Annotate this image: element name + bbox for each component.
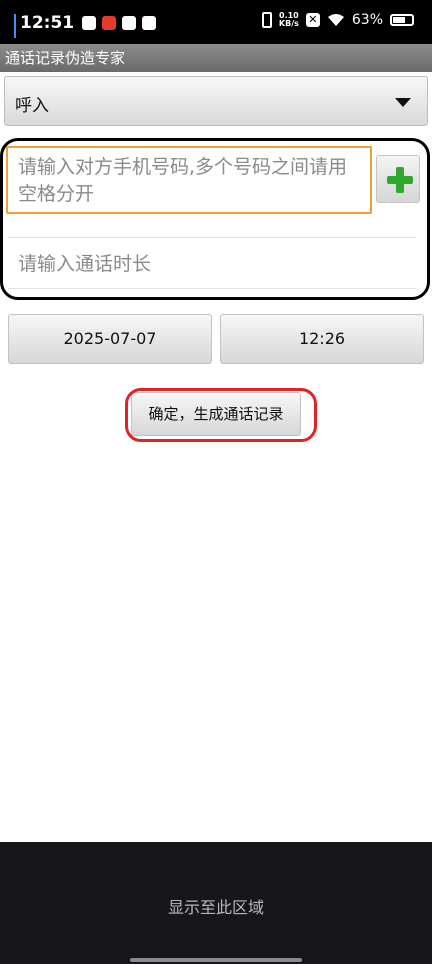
sync-icon <box>82 16 96 30</box>
date-picker-button[interactable]: 2025-07-07 <box>8 314 212 364</box>
tiktok-icon <box>122 16 136 30</box>
battery-percent: 63% <box>351 12 383 28</box>
time-picker-button[interactable]: 12:26 <box>220 314 424 364</box>
text-cursor <box>14 14 16 38</box>
call-type-selected: 呼入 <box>15 96 49 116</box>
sim-off-icon: ✕ <box>305 13 320 27</box>
app-notification-icon <box>102 16 116 30</box>
network-speed-unit: KB/s <box>278 19 299 28</box>
display-area-label: 显示至此区域 <box>167 898 264 917</box>
status-system-icons: 0.10 KB/s ✕ 63% <box>261 12 414 28</box>
wifi-icon <box>327 14 344 26</box>
confirm-button-highlight <box>125 388 317 442</box>
app-title: 通话记录伪造专家 <box>0 44 432 72</box>
status-time: 12:51 <box>20 13 75 33</box>
divider <box>8 237 416 238</box>
phone-number-input[interactable]: 请输入对方手机号码,多个号码之间请用空格分开 <box>6 146 372 214</box>
phone-number-placeholder: 请输入对方手机号码,多个号码之间请用空格分开 <box>18 156 348 205</box>
add-number-button[interactable] <box>376 155 420 203</box>
navigation-handle[interactable] <box>130 958 302 962</box>
status-bar: 12:51 0.10 KB/s ✕ 63% <box>0 0 432 44</box>
dropdown-arrow-icon <box>395 98 411 107</box>
call-duration-input[interactable]: 请输入通话时长 <box>8 240 416 288</box>
call-duration-placeholder: 请输入通话时长 <box>18 253 152 275</box>
screen: 12:51 0.10 KB/s ✕ 63% 通话记录伪造专家 呼入 请输入对方手… <box>0 0 432 964</box>
call-type-dropdown[interactable]: 呼入 <box>4 76 428 126</box>
divider <box>8 288 416 289</box>
vibrate-icon <box>261 12 272 28</box>
network-speed: 0.10 KB/s <box>279 12 299 28</box>
battery-icon <box>390 14 414 26</box>
message-icon <box>142 16 156 30</box>
plus-icon-bar <box>387 176 413 184</box>
bottom-display-area: 显示至此区域 <box>0 842 432 964</box>
status-notification-icons <box>82 16 156 30</box>
